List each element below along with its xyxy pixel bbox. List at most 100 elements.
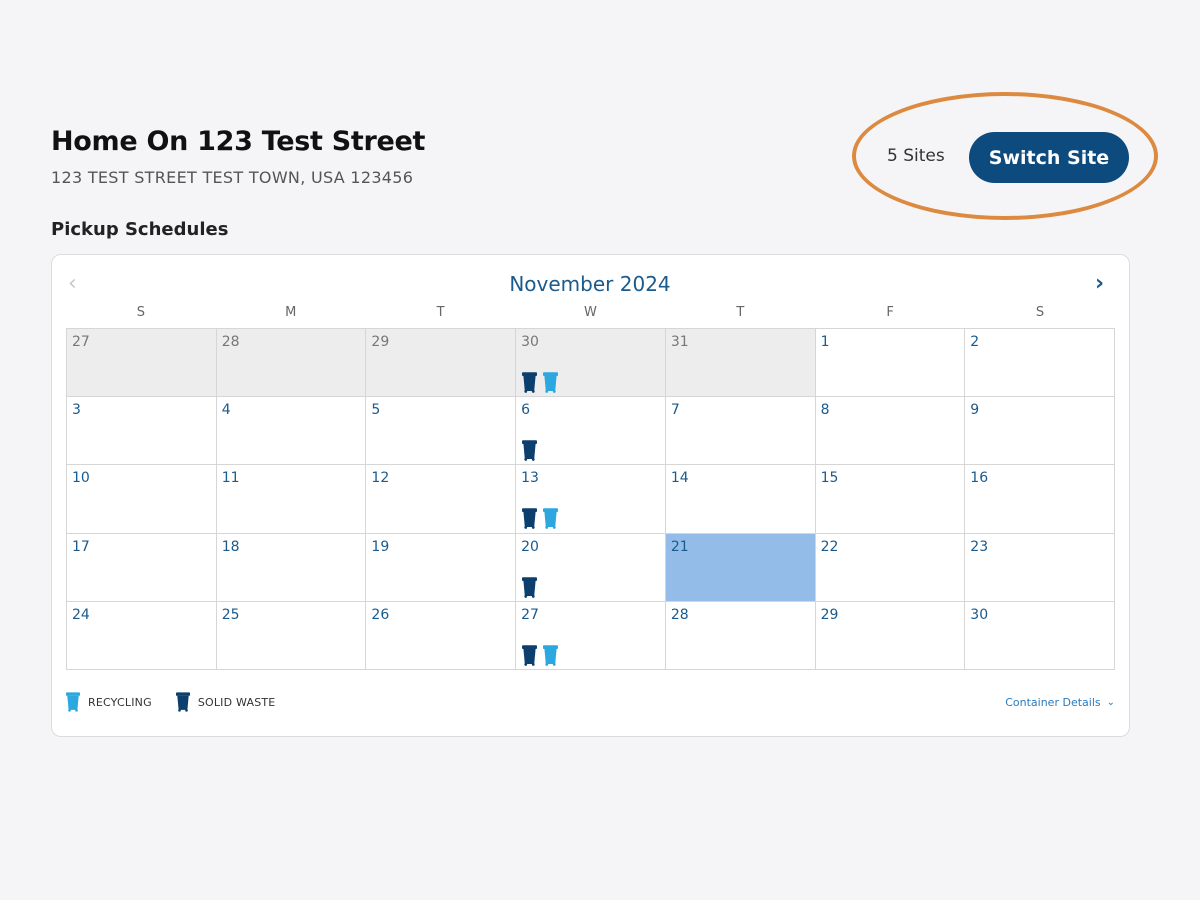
container-details-link[interactable]: Container Details ⌄	[1005, 696, 1115, 709]
recycling-bin-icon	[66, 692, 80, 712]
calendar-day[interactable]: 27	[67, 329, 217, 398]
calendar-day-today[interactable]: 21	[665, 533, 816, 602]
solid-waste-bin-icon	[522, 644, 538, 666]
calendar-day[interactable]: 30	[965, 601, 1115, 670]
container-details-label: Container Details	[1005, 696, 1101, 709]
day-number: 30	[521, 334, 539, 350]
day-number: 4	[221, 402, 231, 419]
weekday-row: SMTWTFS	[66, 305, 1115, 320]
calendar-day[interactable]: 15	[815, 465, 966, 534]
day-number: 7	[670, 402, 680, 419]
pickup-icons	[522, 508, 559, 530]
calendar-day[interactable]: 24	[67, 601, 217, 670]
calendar-grid: 27 28 29 30 31 1 2 3 4 5 6 7 8 9 10 11 12 13 14 15 16 17 18 19 2…	[66, 328, 1115, 670]
day-number: 21	[670, 538, 689, 555]
calendar-day[interactable]: 23	[965, 533, 1115, 602]
solid-waste-bin-icon	[522, 440, 538, 461]
calendar-day[interactable]: 12	[366, 465, 517, 534]
chevron-left-icon[interactable]: ‹	[68, 272, 77, 296]
calendar-day[interactable]: 6	[516, 397, 666, 466]
weekday-label: T	[736, 305, 745, 320]
calendar-day[interactable]: 22	[815, 533, 966, 602]
switch-site-button[interactable]: Switch Site	[969, 132, 1129, 183]
calendar-day[interactable]: 27	[516, 601, 666, 670]
calendar-day[interactable]: 26	[366, 601, 517, 670]
legend-solid-waste-label: SOLID WASTE	[197, 695, 276, 709]
calendar-day[interactable]: 1	[815, 329, 966, 398]
day-number: 28	[670, 606, 689, 623]
solid-waste-bin-icon	[175, 692, 190, 712]
calendar-day[interactable]: 30	[516, 329, 666, 398]
weekday-label: F	[886, 305, 894, 320]
calendar-day[interactable]: 31	[665, 329, 816, 398]
day-number: 12	[371, 470, 390, 487]
day-number: 20	[521, 538, 539, 555]
month-title: November 2024	[509, 272, 671, 296]
calendar-day[interactable]: 11	[216, 465, 367, 534]
calendar-day[interactable]: 7	[665, 397, 816, 466]
calendar-day[interactable]: 19	[366, 533, 517, 602]
day-number: 22	[820, 538, 839, 555]
solid-waste-bin-icon	[522, 508, 538, 530]
day-number: 29	[371, 334, 390, 350]
calendar-day[interactable]: 18	[216, 533, 367, 602]
day-number: 9	[970, 402, 980, 419]
day-number: 19	[371, 538, 390, 555]
site-title: Home On 123 Test Street	[51, 126, 426, 157]
pickup-icons	[522, 576, 538, 598]
weekday-label: T	[436, 305, 445, 320]
calendar-day[interactable]: 10	[67, 465, 217, 534]
calendar-day[interactable]: 28	[216, 329, 367, 398]
calendar-day[interactable]: 20	[516, 533, 666, 602]
day-number: 14	[670, 470, 689, 487]
pickup-icons	[522, 372, 559, 393]
weekday-label: M	[285, 305, 297, 320]
legend: RECYCLING SOLID WASTE	[66, 692, 289, 712]
calendar-day[interactable]: 5	[366, 397, 517, 466]
weekday-label: S	[136, 305, 146, 320]
pickup-icons	[522, 644, 559, 666]
solid-waste-bin-icon	[522, 576, 538, 598]
sites-count: 5 Sites	[887, 146, 945, 166]
calendar-day[interactable]: 17	[67, 533, 217, 602]
day-number: 27	[521, 606, 539, 623]
legend-item-recycling: RECYCLING	[66, 692, 152, 712]
chevron-right-icon[interactable]: ›	[1095, 272, 1104, 296]
day-number: 8	[820, 402, 830, 419]
weekday-label: W	[584, 305, 597, 320]
legend-recycling-label: RECYCLING	[88, 695, 152, 709]
calendar-day[interactable]: 8	[815, 397, 966, 466]
calendar-day[interactable]: 13	[516, 465, 666, 534]
recycling-bin-icon	[543, 372, 559, 393]
solid-waste-bin-icon	[175, 692, 190, 712]
day-number: 5	[371, 402, 381, 419]
day-number: 10	[72, 470, 90, 487]
day-number: 3	[72, 402, 81, 419]
solid-waste-bin-icon	[522, 372, 538, 393]
day-number: 6	[521, 402, 531, 419]
calendar-day[interactable]: 3	[67, 397, 217, 466]
day-number: 16	[970, 470, 989, 487]
legend-item-solid-waste: SOLID WASTE	[175, 692, 276, 712]
day-number: 24	[72, 606, 90, 623]
calendar-day[interactable]: 28	[665, 601, 816, 670]
calendar-day[interactable]: 9	[965, 397, 1115, 466]
calendar-day[interactable]: 16	[965, 465, 1115, 534]
day-number: 30	[970, 606, 989, 623]
day-number: 18	[221, 538, 240, 555]
calendar-day[interactable]: 4	[216, 397, 367, 466]
calendar-day[interactable]: 2	[965, 329, 1115, 398]
calendar-day[interactable]: 25	[216, 601, 367, 670]
day-number: 17	[72, 538, 90, 555]
day-number: 26	[371, 606, 390, 623]
day-number: 29	[820, 606, 839, 623]
section-title: Pickup Schedules	[51, 219, 229, 240]
weekday-label: S	[1035, 305, 1045, 320]
chevron-down-icon: ⌄	[1106, 697, 1115, 708]
calendar-day[interactable]: 14	[665, 465, 816, 534]
pickup-icons	[522, 440, 538, 461]
day-number: 1	[820, 334, 830, 350]
calendar-day[interactable]: 29	[815, 601, 966, 670]
recycling-bin-icon	[543, 644, 559, 666]
calendar-day[interactable]: 29	[366, 329, 517, 398]
